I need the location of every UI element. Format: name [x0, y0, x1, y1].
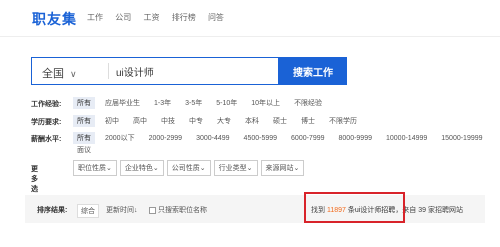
- site-header: 职友集 工作 公司 工资 排行榜 问答: [0, 0, 500, 32]
- dropdown-company-type[interactable]: 公司性质⌄: [166, 160, 211, 176]
- filter-option[interactable]: 1-3年: [150, 97, 175, 109]
- filter-option[interactable]: 6000-7999: [287, 134, 328, 143]
- filter-option[interactable]: 硕士: [269, 115, 291, 127]
- dropdown-label: 公司性质: [171, 165, 200, 172]
- search-button[interactable]: 搜索工作: [279, 57, 347, 85]
- filter-option[interactable]: 博士: [297, 115, 319, 127]
- dropdown-source-site[interactable]: 来源网站⌄: [260, 160, 305, 176]
- filter-label: 薪酬水平:: [31, 136, 62, 143]
- nav-item-companies[interactable]: 公司: [115, 13, 131, 22]
- header-divider: [0, 36, 500, 37]
- dropdown-label: 企业特色: [124, 165, 153, 172]
- filter-label: 工作经验:: [31, 101, 62, 108]
- dropdown-company-feature[interactable]: 企业特色⌄: [119, 160, 164, 176]
- search-box: 全国 ∨: [31, 57, 279, 85]
- filter-option[interactable]: 应届毕业生: [101, 97, 144, 109]
- dropdown-job-type[interactable]: 职位性质⌄: [73, 160, 117, 176]
- filter-option[interactable]: 4500-5999: [240, 134, 281, 143]
- dropdown-industry[interactable]: 行业类型⌄: [213, 160, 258, 176]
- sort-arrow-icon: ↓: [134, 207, 138, 214]
- filter-option[interactable]: 10000-14999: [382, 134, 431, 143]
- region-select-value: 全国: [42, 68, 64, 80]
- filter-option[interactable]: 10年以上: [247, 97, 284, 109]
- dropdown-label: 行业类型: [218, 165, 247, 172]
- main-nav: 工作 公司 工资 排行榜 问答: [87, 12, 234, 23]
- filter-option[interactable]: 15000-19999: [437, 134, 486, 143]
- filter-option[interactable]: 3000-4499: [192, 134, 233, 143]
- filter-option[interactable]: 2000-2999: [145, 134, 186, 143]
- filter-option[interactable]: 5-10年: [212, 97, 241, 109]
- dropdown-label: 职位性质: [78, 165, 106, 172]
- nav-item-salary[interactable]: 工资: [143, 13, 159, 22]
- nav-item-rankings[interactable]: 排行榜: [172, 13, 196, 22]
- dropdown-label: 来源网站: [265, 165, 294, 172]
- filter-option[interactable]: 初中: [101, 115, 123, 127]
- nav-item-qa[interactable]: 问答: [208, 13, 224, 22]
- filter-option[interactable]: 高中: [129, 115, 151, 127]
- region-select[interactable]: 全国 ∨: [42, 65, 77, 81]
- sort-option-label: 更新时间: [106, 207, 134, 214]
- filter-option[interactable]: 中专: [185, 115, 207, 127]
- title-only-checkbox[interactable]: 只搜索职位名称: [149, 205, 207, 215]
- filter-option[interactable]: 2000以下: [101, 132, 139, 144]
- filter-option[interactable]: 所有: [73, 132, 95, 144]
- checkbox-label: 只搜索职位名称: [158, 207, 207, 214]
- filter-option[interactable]: 中技: [157, 115, 179, 127]
- search-divider: [108, 63, 109, 79]
- results-bar: 排序结果: 综合 更新时间↓ 只搜索职位名称 找到 11897 条ui设计师招聘…: [25, 195, 485, 223]
- site-logo[interactable]: 职友集: [32, 9, 77, 29]
- search-input[interactable]: [116, 64, 266, 78]
- filter-option[interactable]: 本科: [241, 115, 263, 127]
- chevron-down-icon: ⌄: [293, 165, 300, 172]
- filter-option[interactable]: 大专: [213, 115, 235, 127]
- filter-option[interactable]: 8000-9999: [335, 134, 376, 143]
- chevron-down-icon: ⌄: [246, 165, 253, 172]
- chevron-down-icon: ⌄: [106, 165, 112, 172]
- filter-option[interactable]: 3-5年: [181, 97, 206, 109]
- filter-option[interactable]: 不限学历: [325, 115, 361, 127]
- found-suffix: ，来自 39 家招聘网站: [395, 207, 463, 214]
- chevron-down-icon: ⌄: [199, 165, 206, 172]
- filter-option[interactable]: 面议: [73, 144, 95, 156]
- sort-option-update-time[interactable]: 更新时间↓: [103, 204, 141, 216]
- filter-option[interactable]: 不限经验: [290, 97, 326, 109]
- filter-option[interactable]: 所有: [73, 97, 95, 109]
- filter-option[interactable]: 所有: [73, 115, 95, 127]
- chevron-down-icon: ∨: [70, 69, 77, 79]
- sort-label: 排序结果:: [37, 207, 68, 214]
- highlight-annotation-box: [304, 192, 405, 223]
- nav-item-jobs[interactable]: 工作: [87, 13, 103, 22]
- sort-option-default[interactable]: 综合: [77, 204, 99, 218]
- chevron-down-icon: ⌄: [152, 165, 159, 172]
- checkbox-icon: [149, 206, 156, 214]
- filter-label: 学历要求:: [31, 119, 62, 126]
